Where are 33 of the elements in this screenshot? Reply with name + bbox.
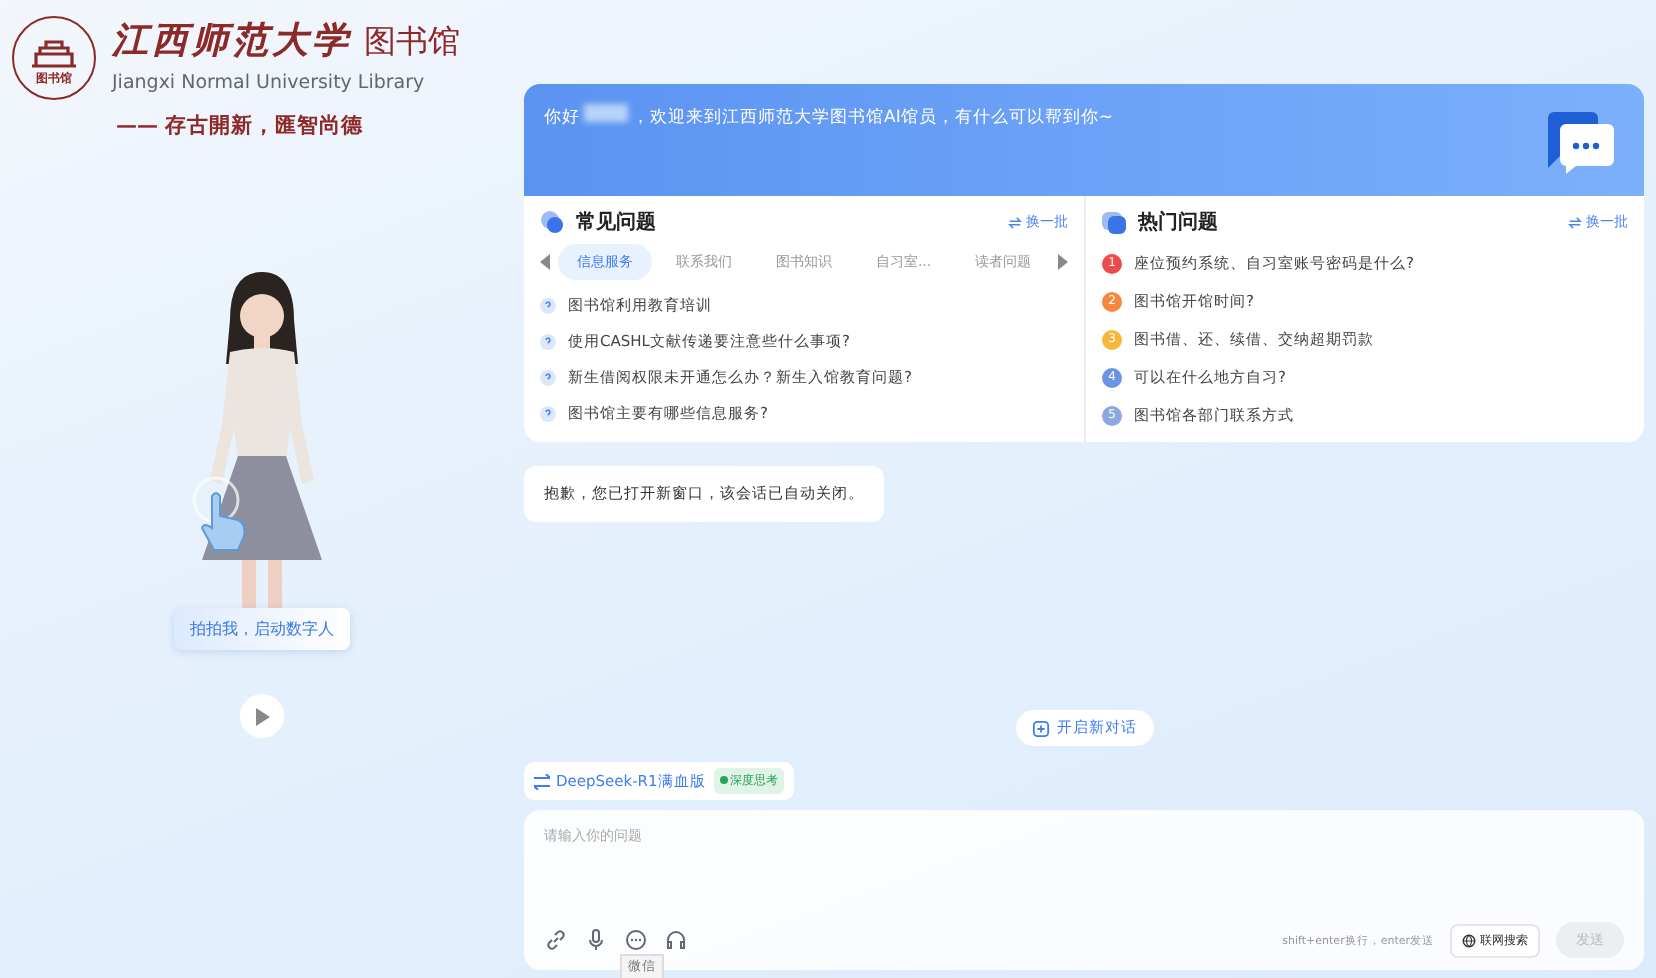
play-button[interactable]	[240, 694, 284, 738]
faq-icon	[540, 210, 564, 234]
question-icon	[540, 370, 556, 386]
hot-questions-icon	[1102, 210, 1126, 234]
start-avatar-button[interactable]: 拍拍我，启动数字人	[174, 608, 350, 650]
chat-button[interactable]	[624, 928, 648, 952]
refresh-icon	[1008, 215, 1022, 229]
refresh-icon	[1568, 215, 1582, 229]
welcome-message: 你好 ，欢迎来到江西师范大学图书馆AI馆员，有什么可以帮到你~	[544, 104, 1113, 130]
status-dot-icon	[719, 776, 728, 784]
play-icon	[254, 707, 270, 725]
question-icon	[540, 298, 556, 314]
library-title: 图书馆	[364, 22, 460, 64]
university-name: 江西师范大学	[112, 18, 352, 64]
switch-arrows-icon	[534, 773, 550, 789]
redacted-name-block	[584, 104, 628, 122]
motto-text: —— 存古開新，匯智尚德	[116, 112, 366, 140]
headset-icon	[664, 928, 688, 952]
section-title: 热门问题	[1138, 208, 1218, 236]
globe-icon	[1462, 933, 1476, 947]
link-button[interactable]	[544, 928, 568, 952]
question-icon	[540, 334, 556, 350]
scroll-left-icon	[540, 254, 552, 270]
headset-button[interactable]	[664, 928, 688, 952]
library-english-name: Jiangxi Normal University Library	[112, 71, 427, 97]
chat-icon	[624, 928, 648, 952]
section-title: 常见问题	[576, 209, 656, 236]
new-chat-icon	[1031, 719, 1049, 737]
question-icon	[540, 406, 556, 422]
microphone-icon	[584, 928, 608, 952]
scroll-right-icon	[1055, 254, 1068, 270]
microphone-button[interactable]	[584, 928, 608, 952]
link-icon	[544, 928, 568, 952]
